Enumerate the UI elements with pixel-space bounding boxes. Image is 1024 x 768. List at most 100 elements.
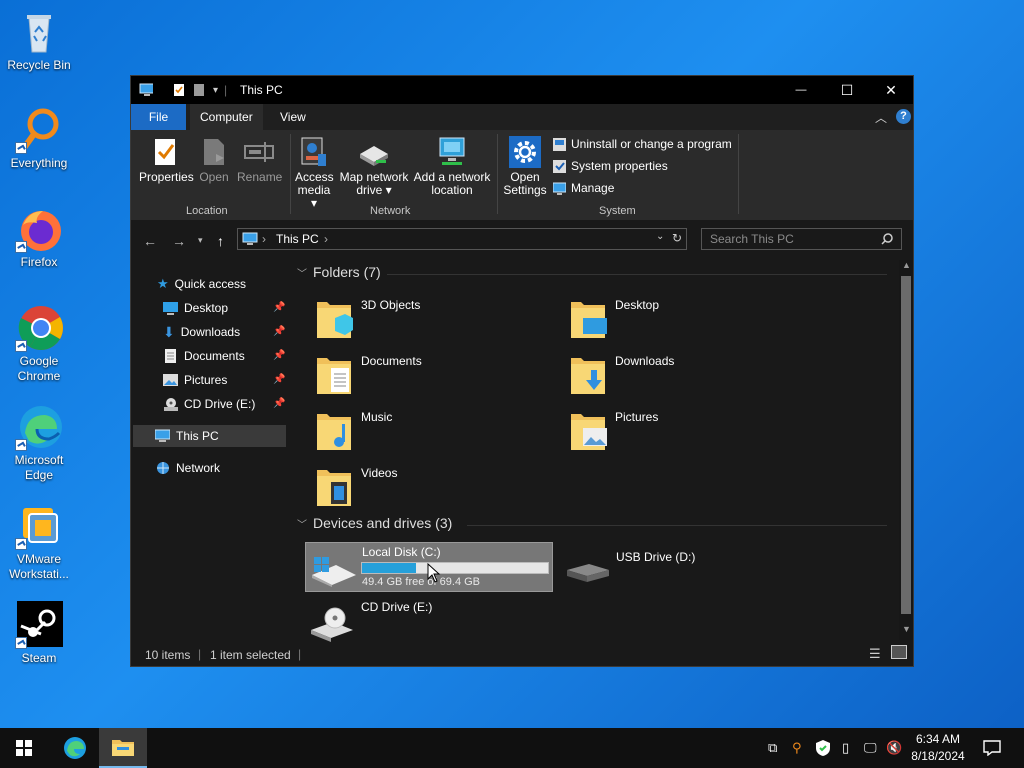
pin-icon[interactable]: 📌 [273, 350, 285, 361]
drive-usb-d[interactable]: USB Drive (D:) [565, 542, 815, 592]
notifications-button[interactable] [970, 728, 1014, 768]
vertical-scrollbar[interactable]: ▲ ▼ [899, 260, 913, 640]
clock-time: 6:34 AM [915, 732, 961, 746]
rename-button[interactable]: Rename [237, 136, 282, 184]
add-network-location-button[interactable]: Add a network location [412, 136, 492, 197]
folder-desktop[interactable]: Desktop [545, 294, 795, 346]
recent-locations-chevron-icon[interactable]: ▾ [198, 235, 203, 246]
desktop-icon-everything[interactable]: Everything [4, 106, 74, 171]
pin-icon[interactable]: 📌 [273, 302, 285, 313]
scrollbar-thumb[interactable] [901, 276, 911, 614]
desktop-icon-vmware[interactable]: VMware Workstati... [4, 502, 74, 582]
tab-file[interactable]: File [131, 104, 186, 130]
file-explorer-window: ▾ | This PC — ☐ ✕ File Computer View ︿ ?… [130, 75, 914, 667]
refresh-icon[interactable]: ↻ [672, 231, 682, 245]
large-icons-view-icon[interactable] [891, 645, 907, 659]
scroll-down-icon[interactable]: ▼ [902, 624, 911, 634]
chrome-icon [15, 304, 63, 352]
taskbar-edge-button[interactable] [51, 728, 99, 768]
network-share-icon[interactable]: ⧉ [768, 740, 777, 756]
nav-item-downloads[interactable]: ⬇ Downloads [163, 321, 240, 343]
system-properties-button[interactable]: System properties [553, 159, 668, 173]
properties-button[interactable]: Properties [139, 136, 194, 184]
desktop-icon-label: Everything [10, 156, 68, 170]
desktop-icon-recycle-bin[interactable]: Recycle Bin [4, 8, 74, 73]
new-folder-quick-icon[interactable] [193, 83, 207, 97]
address-dropdown-icon[interactable]: ⌄ [656, 231, 664, 242]
folders-section-header[interactable]: ﹀ Folders (7) [297, 264, 381, 280]
nav-item-documents[interactable]: Documents [163, 345, 245, 367]
properties-quick-icon[interactable] [173, 83, 187, 97]
folder-documents[interactable]: Documents [291, 350, 541, 402]
address-bar[interactable]: › This PC › ⌄ ↻ [237, 228, 687, 250]
breadcrumb-chevron-icon[interactable]: › [262, 232, 266, 246]
nav-network[interactable]: Network [155, 457, 220, 479]
drive-cd-e[interactable]: CD Drive (E:) [305, 600, 555, 646]
nav-item-cd-drive[interactable]: CD Drive (E:) [163, 393, 255, 415]
tab-view[interactable]: View [270, 104, 316, 130]
close-button[interactable]: ✕ [868, 76, 914, 104]
open-button[interactable]: Open [197, 136, 231, 184]
search-box[interactable]: Search This PC [701, 228, 902, 250]
tab-computer[interactable]: Computer [190, 104, 263, 130]
nav-this-pc[interactable]: This PC [155, 425, 219, 447]
usb-eject-icon[interactable]: ▯ [842, 740, 849, 756]
desktop-icon-chrome[interactable]: Google Chrome [4, 304, 74, 384]
clock-date: 8/18/2024 [911, 749, 965, 763]
map-network-drive-button[interactable]: Map network drive ▾ [338, 136, 410, 197]
breadcrumb-chevron-icon[interactable]: › [324, 232, 328, 246]
volume-muted-icon[interactable]: 🔇 [886, 740, 902, 756]
folder-3d-objects[interactable]: 3D Objects [291, 294, 541, 346]
vmware-icon [15, 502, 63, 550]
up-arrow-icon[interactable]: ↑ [217, 233, 224, 249]
pin-icon[interactable]: 📌 [273, 398, 285, 409]
folder-videos[interactable]: Videos [291, 462, 541, 514]
open-label: Open [199, 170, 229, 184]
folder-downloads[interactable]: Downloads [545, 350, 795, 402]
network-status-icon[interactable]: 🖵 [864, 740, 877, 756]
collapse-ribbon-icon[interactable]: ︿ [875, 109, 887, 126]
nav-quick-access[interactable]: ★ Quick access [157, 273, 246, 295]
security-shield-icon[interactable] [816, 740, 830, 756]
forward-arrow-icon[interactable]: → [172, 233, 186, 249]
help-icon[interactable]: ? [896, 109, 911, 124]
maximize-icon: ☐ [840, 81, 854, 98]
desktop-icon-steam[interactable]: Steam [4, 601, 74, 666]
system-clock[interactable]: 6:34 AM 8/18/2024 [905, 731, 971, 765]
desktop-icon-firefox[interactable]: Firefox [4, 205, 74, 270]
pin-icon[interactable]: 📌 [273, 326, 285, 337]
minimize-button[interactable]: — [778, 76, 824, 104]
drive-free-space: 49.4 GB free of 69.4 GB [362, 576, 481, 588]
open-settings-label: Settings [503, 183, 547, 197]
drives-section-header[interactable]: ﹀ Devices and drives (3) [297, 515, 452, 531]
documents-icon [165, 349, 176, 363]
back-arrow-icon[interactable]: ← [143, 233, 157, 249]
cd-drive-icon [311, 607, 353, 642]
download-arrow-icon: ⬇ [163, 324, 175, 340]
maximize-button[interactable]: ☐ [824, 76, 870, 104]
breadcrumb-this-pc[interactable]: This PC [276, 232, 319, 246]
open-settings-button[interactable]: Open Settings [503, 136, 547, 197]
folder-pictures[interactable]: Pictures [545, 406, 795, 458]
nav-item-pictures[interactable]: Pictures [163, 369, 227, 391]
everything-tray-icon[interactable]: ⚲ [792, 740, 802, 756]
details-view-icon[interactable]: ☰ [869, 646, 881, 662]
uninstall-program-button[interactable]: Uninstall or change a program [553, 137, 732, 151]
title-bar[interactable]: ▾ | This PC — ☐ ✕ [131, 76, 913, 104]
pin-icon[interactable]: 📌 [273, 374, 285, 385]
scroll-up-icon[interactable]: ▲ [902, 260, 911, 270]
nav-item-desktop[interactable]: Desktop [163, 297, 228, 319]
manage-button[interactable]: Manage [553, 181, 614, 195]
access-media-button[interactable]: Access media ▾ [295, 136, 334, 210]
taskbar-file-explorer-button[interactable] [99, 728, 147, 768]
search-placeholder: Search This PC [710, 232, 794, 246]
minimize-icon: — [795, 84, 807, 96]
network-group-label: Network [370, 205, 411, 217]
ribbon-tabs: File Computer View ︿ ? [131, 104, 913, 130]
desktop-icon-edge[interactable]: Microsoft Edge [4, 403, 74, 483]
folder-music[interactable]: Music [291, 406, 541, 458]
desktop-folder-icon [163, 302, 178, 315]
ribbon-separator [738, 134, 739, 214]
start-button[interactable] [0, 728, 48, 768]
customize-quick-access-icon[interactable]: ▾ [213, 85, 218, 96]
